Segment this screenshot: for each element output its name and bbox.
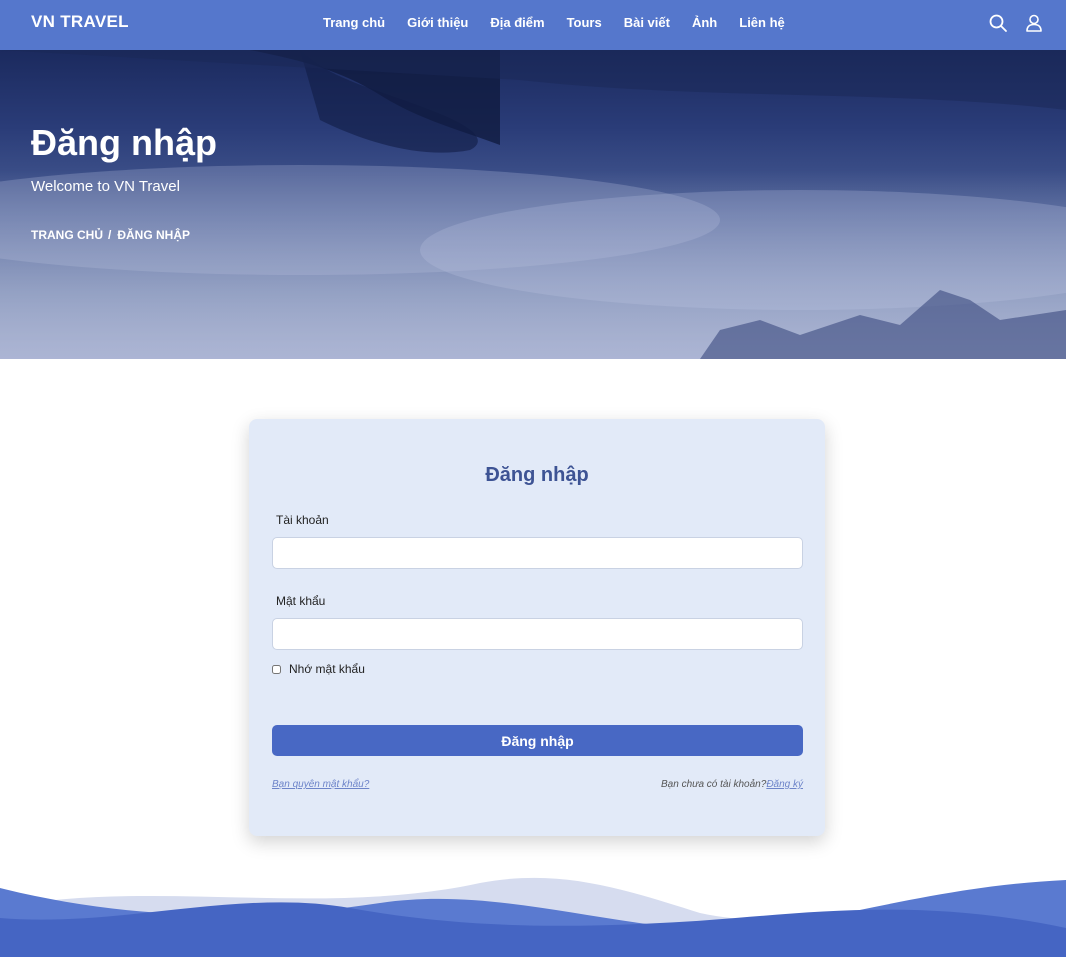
breadcrumb: TRANG CHỦ / ĐĂNG NHẬP — [31, 228, 190, 242]
password-label: Mật khẩu — [276, 594, 326, 608]
search-icon[interactable] — [988, 13, 1008, 33]
signup-row: Bạn chưa có tài khoản?Đăng ký — [661, 779, 803, 790]
hero-banner: Đăng nhập Welcome to VN Travel TRANG CHỦ… — [0, 50, 1066, 359]
remember-me: Nhớ mật khẩu — [272, 662, 365, 676]
nav-link-photos[interactable]: Ảnh — [692, 15, 717, 30]
forgot-password-link[interactable]: Bạn quyên mật khẩu? — [272, 779, 369, 790]
brand-logo[interactable]: VN TRAVEL — [31, 12, 129, 32]
password-input[interactable] — [272, 618, 803, 650]
login-button[interactable]: Đăng nhập — [272, 725, 803, 756]
no-account-text: Bạn chưa có tài khoản? — [661, 779, 767, 790]
remember-checkbox[interactable] — [272, 664, 281, 674]
nav-link-tours[interactable]: Tours — [567, 15, 602, 30]
login-title: Đăng nhập — [485, 464, 589, 486]
breadcrumb-home[interactable]: TRANG CHỦ — [31, 228, 103, 242]
breadcrumb-current: ĐĂNG NHẬP — [117, 228, 191, 242]
top-navbar: VN TRAVEL Trang chủ Giới thiệu Địa điểm … — [0, 0, 1066, 50]
nav-link-home[interactable]: Trang chủ — [323, 15, 385, 30]
hero-title: Đăng nhập — [31, 122, 217, 163]
main-nav: Trang chủ Giới thiệu Địa điểm Tours Bài … — [323, 15, 807, 30]
nav-icons — [972, 13, 1044, 33]
nav-link-posts[interactable]: Bài viết — [624, 15, 670, 30]
username-label: Tài khoản — [276, 513, 329, 527]
username-input[interactable] — [272, 537, 803, 569]
nav-link-destinations[interactable]: Địa điểm — [490, 15, 544, 30]
nav-link-about[interactable]: Giới thiệu — [407, 15, 468, 30]
hero-subtitle: Welcome to VN Travel — [31, 178, 180, 195]
breadcrumb-separator: / — [108, 228, 112, 242]
signup-link[interactable]: Đăng ký — [766, 779, 803, 790]
login-card: Đăng nhập Tài khoản Mật khẩu Nhớ mật khẩ… — [249, 419, 825, 836]
nav-link-contact[interactable]: Liên hệ — [739, 15, 785, 30]
hero-background-image — [0, 50, 1066, 359]
remember-label: Nhớ mật khẩu — [289, 662, 365, 676]
user-icon[interactable] — [1024, 13, 1044, 33]
footer-waves — [0, 877, 1066, 957]
